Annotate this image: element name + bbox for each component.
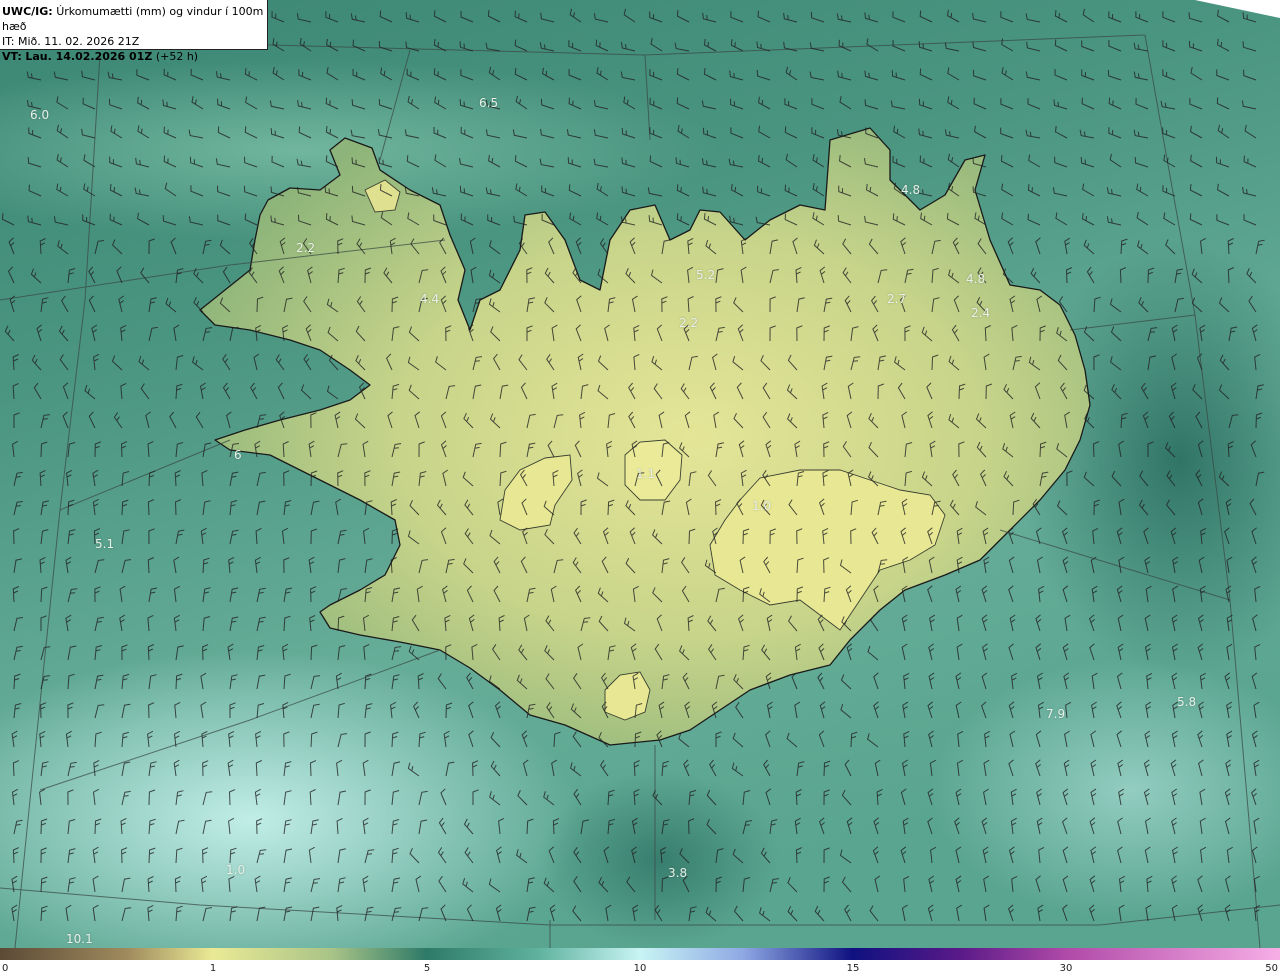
valid-time-label: VT:: [2, 50, 22, 63]
colorbar-tick: 50: [1265, 963, 1278, 974]
valid-time: Lau. 14.02.2026 01Z: [25, 50, 153, 63]
map-value-label: 5.1: [95, 537, 115, 551]
map-value-label: 10.1: [66, 932, 93, 946]
map-value-label: 6: [234, 448, 242, 462]
initial-time: Mið. 11. 02. 2026 21Z: [17, 35, 140, 48]
valid-time-line: VT: Lau. 14.02.2026 01Z (+52 h): [2, 49, 267, 64]
colorbar-tick: 15: [846, 963, 860, 974]
map-value-label: 5.2: [696, 268, 716, 282]
initial-time-line: IT: Mið. 11. 02. 2026 21Z: [2, 34, 267, 49]
product-code: UWC/IG:: [2, 5, 53, 18]
map-value-label: 5.8: [1177, 695, 1197, 709]
title-line: UWC/IG: Úrkomumætti (mm) og vindur í 100…: [2, 4, 267, 34]
map-value-label: 1.0: [752, 499, 772, 513]
colorbar-tick: 0: [2, 963, 9, 974]
map-value-label: 6.5: [479, 96, 499, 110]
map-value-label: 4.4: [420, 292, 440, 306]
map-value-label: 2.7: [887, 292, 907, 306]
map-value-label: 4.8: [966, 272, 986, 286]
colorbar-tick: 30: [1059, 963, 1073, 974]
map-value-label: 2.4: [971, 306, 991, 320]
colorbar-tick: 5: [423, 963, 431, 974]
initial-time-label: IT:: [2, 35, 15, 48]
colorbar-tick: 10: [633, 963, 647, 974]
map-value-label: 2.2: [296, 241, 316, 255]
map-value-label: 2.2: [679, 316, 699, 330]
colorbar-tick: 1: [209, 963, 217, 974]
map-value-label: 4.8: [901, 183, 921, 197]
map-value-label: 7.9: [1046, 707, 1066, 721]
map-value-label: 6.0: [30, 108, 50, 122]
map-title-box: UWC/IG: Úrkomumætti (mm) og vindur í 100…: [0, 0, 268, 63]
map-value-label: 1.0: [226, 863, 246, 877]
precipitation-colorbar: [0, 948, 1280, 960]
map-value-label: 3.8: [668, 866, 688, 880]
lead-time: (+52 h): [155, 50, 199, 63]
map-value-label: 1.1: [636, 467, 656, 481]
